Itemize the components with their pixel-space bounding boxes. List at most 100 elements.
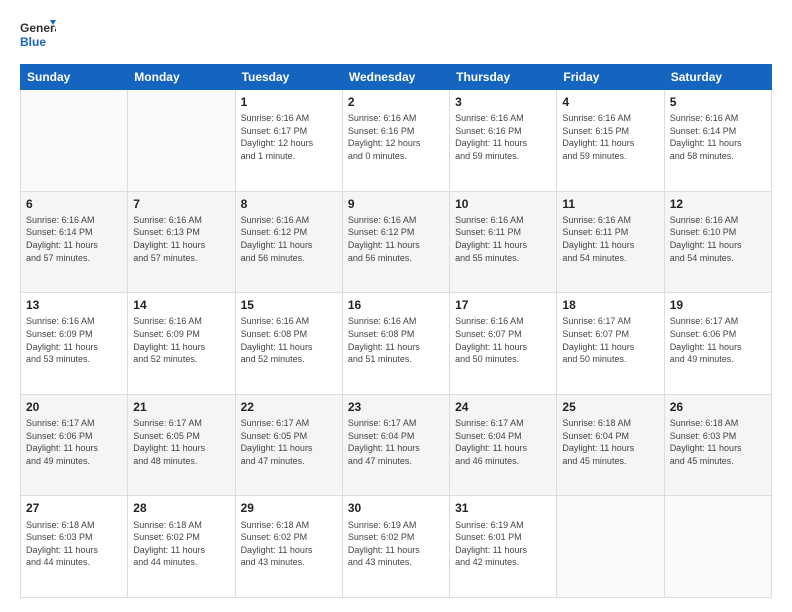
header: General Blue [20, 18, 772, 54]
calendar-cell: 26Sunrise: 6:18 AM Sunset: 6:03 PM Dayli… [664, 394, 771, 496]
day-number: 16 [348, 297, 444, 313]
calendar-cell: 24 Sunrise: 6:17 AM Sunset: 6:04 PM Dayli… [450, 394, 557, 496]
calendar-cell: 5Sunrise: 6:16 AM Sunset: 6:14 PM Daylig… [664, 90, 771, 192]
day-info: Sunrise: 6:18 AM Sunset: 6:03 PM Dayligh… [26, 519, 122, 569]
day-info: Sunrise: 6:17 AM Sunset: 6:07 PM Dayligh… [562, 315, 658, 365]
day-number: 12 [670, 196, 766, 212]
calendar-cell: 10 Sunrise: 6:16 AM Sunset: 6:11 PM Dayli… [450, 191, 557, 293]
calendar-cell: 2 Sunrise: 6:16 AM Sunset: 6:16 PM Daylig… [342, 90, 449, 192]
calendar-cell: 7 Sunrise: 6:16 AM Sunset: 6:13 PM Daylig… [128, 191, 235, 293]
calendar-cell: 31 Sunrise: 6:19 AM Sunset: 6:01 PM Dayli… [450, 496, 557, 598]
day-info: Sunrise: 6:17 AM Sunset: 6:05 PM Dayligh… [241, 417, 337, 467]
calendar-cell: 16Sunrise: 6:16 AM Sunset: 6:08 PM Dayli… [342, 293, 449, 395]
day-number: 11 [562, 196, 658, 212]
day-info: Sunrise: 6:17 AM Sunset: 6:05 PM Dayligh… [133, 417, 229, 467]
day-number: 18 [562, 297, 658, 313]
day-number: 28 [133, 500, 229, 516]
calendar-cell: 8 Sunrise: 6:16 AM Sunset: 6:12 PM Daylig… [235, 191, 342, 293]
day-number: 2 [348, 94, 444, 110]
calendar-cell: 20 Sunrise: 6:17 AM Sunset: 6:06 PM Dayli… [21, 394, 128, 496]
weekday-header-saturday: Saturday [664, 65, 771, 90]
week-row-4: 20 Sunrise: 6:17 AM Sunset: 6:06 PM Dayli… [21, 394, 772, 496]
calendar-cell: 13 Sunrise: 6:16 AM Sunset: 6:09 PM Dayli… [21, 293, 128, 395]
day-number: 17 [455, 297, 551, 313]
day-number: 30 [348, 500, 444, 516]
calendar-cell [21, 90, 128, 192]
day-info: Sunrise: 6:17 AM Sunset: 6:06 PM Dayligh… [670, 315, 766, 365]
day-number: 9 [348, 196, 444, 212]
day-info: Sunrise: 6:19 AM Sunset: 6:01 PM Dayligh… [455, 519, 551, 569]
day-number: 13 [26, 297, 122, 313]
calendar-cell: 9 Sunrise: 6:16 AM Sunset: 6:12 PM Daylig… [342, 191, 449, 293]
day-number: 7 [133, 196, 229, 212]
day-number: 20 [26, 399, 122, 415]
day-number: 4 [562, 94, 658, 110]
logo: General Blue [20, 18, 56, 54]
day-info: Sunrise: 6:16 AM Sunset: 6:10 PM Dayligh… [670, 214, 766, 264]
day-info: Sunrise: 6:16 AM Sunset: 6:17 PM Dayligh… [241, 112, 337, 162]
weekday-header-friday: Friday [557, 65, 664, 90]
calendar-cell: 4 Sunrise: 6:16 AM Sunset: 6:15 PM Daylig… [557, 90, 664, 192]
day-info: Sunrise: 6:17 AM Sunset: 6:06 PM Dayligh… [26, 417, 122, 467]
day-info: Sunrise: 6:16 AM Sunset: 6:09 PM Dayligh… [26, 315, 122, 365]
calendar-cell: 25 Sunrise: 6:18 AM Sunset: 6:04 PM Dayli… [557, 394, 664, 496]
day-info: Sunrise: 6:17 AM Sunset: 6:04 PM Dayligh… [455, 417, 551, 467]
day-number: 15 [241, 297, 337, 313]
day-number: 25 [562, 399, 658, 415]
day-number: 23 [348, 399, 444, 415]
weekday-header-sunday: Sunday [21, 65, 128, 90]
day-info: Sunrise: 6:16 AM Sunset: 6:11 PM Dayligh… [455, 214, 551, 264]
week-row-2: 6 Sunrise: 6:16 AM Sunset: 6:14 PM Daylig… [21, 191, 772, 293]
day-info: Sunrise: 6:16 AM Sunset: 6:14 PM Dayligh… [26, 214, 122, 264]
day-number: 8 [241, 196, 337, 212]
calendar-cell: 22 Sunrise: 6:17 AM Sunset: 6:05 PM Dayli… [235, 394, 342, 496]
weekday-header-wednesday: Wednesday [342, 65, 449, 90]
calendar-cell: 30 Sunrise: 6:19 AM Sunset: 6:02 PM Dayli… [342, 496, 449, 598]
page: General Blue SundayMondayTuesdayWednesda… [0, 0, 792, 612]
calendar-cell: 1 Sunrise: 6:16 AM Sunset: 6:17 PM Daylig… [235, 90, 342, 192]
day-number: 22 [241, 399, 337, 415]
weekday-header-monday: Monday [128, 65, 235, 90]
day-info: Sunrise: 6:18 AM Sunset: 6:03 PM Dayligh… [670, 417, 766, 467]
calendar-cell [664, 496, 771, 598]
calendar-cell: 14Sunrise: 6:16 AM Sunset: 6:09 PM Dayli… [128, 293, 235, 395]
day-info: Sunrise: 6:19 AM Sunset: 6:02 PM Dayligh… [348, 519, 444, 569]
day-number: 31 [455, 500, 551, 516]
calendar-cell: 6 Sunrise: 6:16 AM Sunset: 6:14 PM Daylig… [21, 191, 128, 293]
day-info: Sunrise: 6:16 AM Sunset: 6:12 PM Dayligh… [241, 214, 337, 264]
calendar-cell: 27 Sunrise: 6:18 AM Sunset: 6:03 PM Dayli… [21, 496, 128, 598]
calendar-table: SundayMondayTuesdayWednesdayThursdayFrid… [20, 64, 772, 598]
day-number: 1 [241, 94, 337, 110]
day-number: 6 [26, 196, 122, 212]
day-info: Sunrise: 6:16 AM Sunset: 6:15 PM Dayligh… [562, 112, 658, 162]
calendar-cell: 12 Sunrise: 6:16 AM Sunset: 6:10 PM Dayli… [664, 191, 771, 293]
day-number: 19 [670, 297, 766, 313]
calendar-cell: 29Sunrise: 6:18 AM Sunset: 6:02 PM Dayli… [235, 496, 342, 598]
day-info: Sunrise: 6:16 AM Sunset: 6:14 PM Dayligh… [670, 112, 766, 162]
calendar-cell: 18 Sunrise: 6:17 AM Sunset: 6:07 PM Dayli… [557, 293, 664, 395]
day-number: 10 [455, 196, 551, 212]
day-info: Sunrise: 6:16 AM Sunset: 6:13 PM Dayligh… [133, 214, 229, 264]
day-number: 24 [455, 399, 551, 415]
day-info: Sunrise: 6:18 AM Sunset: 6:04 PM Dayligh… [562, 417, 658, 467]
calendar-cell: 3Sunrise: 6:16 AM Sunset: 6:16 PM Daylig… [450, 90, 557, 192]
calendar-cell: 11Sunrise: 6:16 AM Sunset: 6:11 PM Dayli… [557, 191, 664, 293]
day-number: 27 [26, 500, 122, 516]
day-info: Sunrise: 6:16 AM Sunset: 6:16 PM Dayligh… [348, 112, 444, 162]
svg-text:General: General [20, 21, 56, 35]
day-info: Sunrise: 6:16 AM Sunset: 6:12 PM Dayligh… [348, 214, 444, 264]
week-row-5: 27 Sunrise: 6:18 AM Sunset: 6:03 PM Dayli… [21, 496, 772, 598]
weekday-header-thursday: Thursday [450, 65, 557, 90]
day-number: 29 [241, 500, 337, 516]
day-info: Sunrise: 6:18 AM Sunset: 6:02 PM Dayligh… [133, 519, 229, 569]
day-info: Sunrise: 6:16 AM Sunset: 6:09 PM Dayligh… [133, 315, 229, 365]
calendar-cell [557, 496, 664, 598]
day-info: Sunrise: 6:16 AM Sunset: 6:16 PM Dayligh… [455, 112, 551, 162]
header-row: SundayMondayTuesdayWednesdayThursdayFrid… [21, 65, 772, 90]
day-info: Sunrise: 6:16 AM Sunset: 6:08 PM Dayligh… [241, 315, 337, 365]
calendar-cell: 28 Sunrise: 6:18 AM Sunset: 6:02 PM Dayli… [128, 496, 235, 598]
day-info: Sunrise: 6:16 AM Sunset: 6:07 PM Dayligh… [455, 315, 551, 365]
calendar-cell: 23Sunrise: 6:17 AM Sunset: 6:04 PM Dayli… [342, 394, 449, 496]
calendar-cell: 17 Sunrise: 6:16 AM Sunset: 6:07 PM Dayli… [450, 293, 557, 395]
weekday-header-tuesday: Tuesday [235, 65, 342, 90]
